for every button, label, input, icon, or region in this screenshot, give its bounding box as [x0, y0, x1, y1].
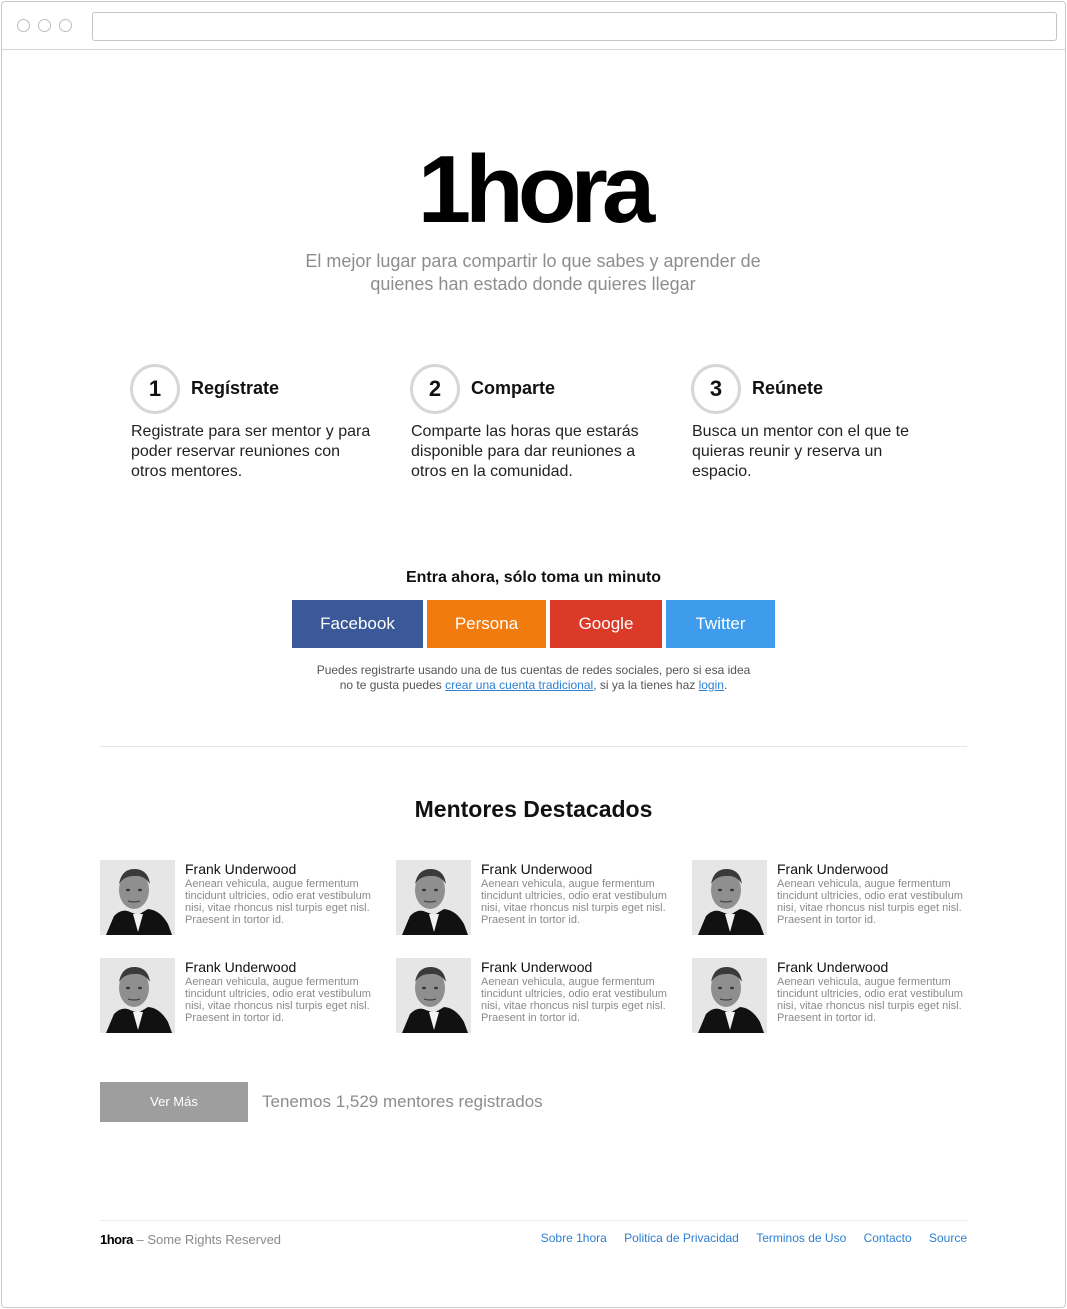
mentor-card[interactable]: Frank Underwood Aenean vehicula, augue f… [100, 860, 380, 936]
mentor-card[interactable]: Frank Underwood Aenean vehicula, augue f… [692, 958, 972, 1034]
note-text: . [723, 678, 728, 692]
mentor-card[interactable]: Frank Underwood Aenean vehicula, augue f… [396, 860, 676, 936]
footer-link-source[interactable]: Source [929, 1231, 967, 1245]
footer-link-contact[interactable]: Contacto [864, 1231, 912, 1245]
mentor-bio: Aenean vehicula, augue fermentum tincidu… [185, 878, 371, 926]
step-description: Comparte las horas que estarás disponibl… [411, 423, 639, 480]
browser-chrome [2, 2, 1065, 50]
step-title: Comparte [471, 378, 556, 398]
window-maximize-dot[interactable] [59, 19, 72, 32]
mentor-photo [692, 958, 767, 1033]
mentor-name[interactable]: Frank Underwood [777, 861, 888, 877]
google-signup-button[interactable]: Google [550, 600, 662, 648]
mentor-name[interactable]: Frank Underwood [481, 861, 592, 877]
mentor-name[interactable]: Frank Underwood [481, 959, 592, 975]
see-more-button[interactable]: Ver Más [100, 1082, 248, 1122]
address-bar[interactable] [92, 12, 1057, 41]
mentor-photo [692, 860, 767, 935]
step-number: 3 [691, 364, 741, 414]
footer-link-privacy[interactable]: Politica de Privacidad [624, 1231, 739, 1245]
footer-brand: 1hora – Some Rights Reserved [100, 1232, 281, 1247]
mentor-photo [396, 958, 471, 1033]
footer-rights: – Some Rights Reserved [132, 1232, 282, 1247]
mentor-bio: Aenean vehicula, augue fermentum tincidu… [481, 976, 667, 1024]
create-account-link[interactable]: crear una cuenta tradicional [445, 678, 593, 692]
site-logo: 1hora [417, 136, 655, 243]
step-number: 2 [410, 364, 460, 414]
footer-link-about[interactable]: Sobre 1hora [541, 1231, 607, 1245]
mentor-photo [100, 860, 175, 935]
mentor-bio: Aenean vehicula, augue fermentum tincidu… [185, 976, 371, 1024]
footer-divider [100, 1220, 967, 1221]
window-minimize-dot[interactable] [38, 19, 51, 32]
window-close-dot[interactable] [17, 19, 30, 32]
login-link[interactable]: login [699, 678, 724, 692]
step-title: Regístrate [191, 378, 280, 398]
mentor-name[interactable]: Frank Underwood [185, 959, 296, 975]
mentor-bio: Aenean vehicula, augue fermentum tincidu… [481, 878, 667, 926]
step-description: Busca un mentor con el que te quieras re… [692, 423, 910, 480]
mentor-card[interactable]: Frank Underwood Aenean vehicula, augue f… [692, 860, 972, 936]
mentor-count: Tenemos 1,529 mentores registrados [262, 1092, 543, 1111]
mentor-photo [396, 860, 471, 935]
mentor-card[interactable]: Frank Underwood Aenean vehicula, augue f… [396, 958, 676, 1034]
signup-title: Entra ahora, sólo toma un minuto [405, 569, 662, 586]
tagline: El mejor lugar para compartir lo que sab… [305, 251, 761, 294]
mentor-photo [100, 958, 175, 1033]
mentors-title: Mentores Destacados [414, 796, 653, 822]
mentor-card[interactable]: Frank Underwood Aenean vehicula, augue f… [100, 958, 380, 1034]
footer-logo: 1hora [100, 1232, 133, 1247]
twitter-signup-button[interactable]: Twitter [666, 600, 775, 648]
mentor-bio: Aenean vehicula, augue fermentum tincidu… [777, 878, 963, 926]
note-text: , si ya la tienes haz [593, 678, 699, 692]
signup-note: Puedes registrarte usando una de tus cue… [310, 663, 757, 693]
mentor-name[interactable]: Frank Underwood [185, 861, 296, 877]
footer-links: Sobre 1hora Politica de Privacidad Termi… [527, 1231, 967, 1245]
footer-link-terms[interactable]: Terminos de Uso [756, 1231, 846, 1245]
step-description: Registrate para ser mentor y para poder … [131, 423, 371, 480]
facebook-signup-button[interactable]: Facebook [292, 600, 423, 648]
step-number: 1 [130, 364, 180, 414]
persona-signup-button[interactable]: Persona [427, 600, 546, 648]
mentor-bio: Aenean vehicula, augue fermentum tincidu… [777, 976, 963, 1024]
mentor-name[interactable]: Frank Underwood [777, 959, 888, 975]
step-title: Reúnete [752, 378, 824, 398]
section-divider [100, 746, 967, 747]
